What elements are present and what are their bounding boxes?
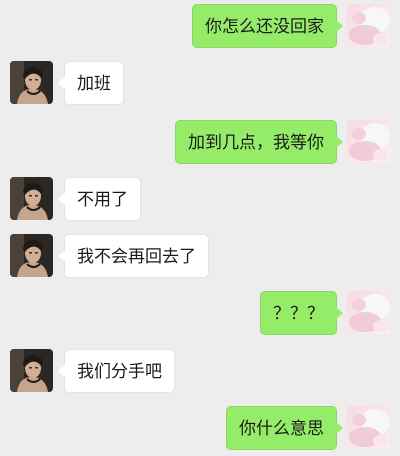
man-photo-avatar-icon xyxy=(10,61,53,104)
message-bubble-received[interactable]: 我不会再回去了 xyxy=(58,234,209,278)
pink-abstract-avatar-icon xyxy=(347,406,390,449)
contact-avatar[interactable] xyxy=(10,61,53,104)
message-bubble-sent[interactable]: 加到几点，我等你 xyxy=(175,120,343,164)
chat-thread: 你怎么还没回家 加班 加到几点，我等你 不用了 我不会再回去了 ？？？ 我们分手… xyxy=(0,0,400,456)
message-bubble-received[interactable]: 加班 xyxy=(58,61,124,105)
pink-abstract-avatar-icon xyxy=(347,120,390,163)
message-row: 我不会再回去了 xyxy=(0,234,400,278)
man-photo-avatar-icon xyxy=(10,234,53,277)
message-row: 加班 xyxy=(0,61,400,105)
man-photo-avatar-icon xyxy=(10,177,53,220)
pink-abstract-avatar-icon xyxy=(347,291,390,334)
message-bubble-received[interactable]: 不用了 xyxy=(58,177,141,221)
message-bubble-sent[interactable]: ？？？ xyxy=(260,291,343,335)
man-photo-avatar-icon xyxy=(10,349,53,392)
message-bubble-sent[interactable]: 你什么意思 xyxy=(226,406,343,450)
self-avatar[interactable] xyxy=(347,4,390,47)
message-row: 我们分手吧 xyxy=(0,349,400,393)
message-bubble-received[interactable]: 我们分手吧 xyxy=(58,349,175,393)
self-avatar[interactable] xyxy=(347,120,390,163)
pink-abstract-avatar-icon xyxy=(347,4,390,47)
message-row: 加到几点，我等你 xyxy=(0,120,400,164)
contact-avatar[interactable] xyxy=(10,234,53,277)
contact-avatar[interactable] xyxy=(10,349,53,392)
self-avatar[interactable] xyxy=(347,291,390,334)
message-row: 你什么意思 xyxy=(0,406,400,450)
message-row: 你怎么还没回家 xyxy=(0,4,400,48)
contact-avatar[interactable] xyxy=(10,177,53,220)
message-bubble-sent[interactable]: 你怎么还没回家 xyxy=(192,4,343,48)
message-row: 不用了 xyxy=(0,177,400,221)
self-avatar[interactable] xyxy=(347,406,390,449)
message-row: ？？？ xyxy=(0,291,400,335)
